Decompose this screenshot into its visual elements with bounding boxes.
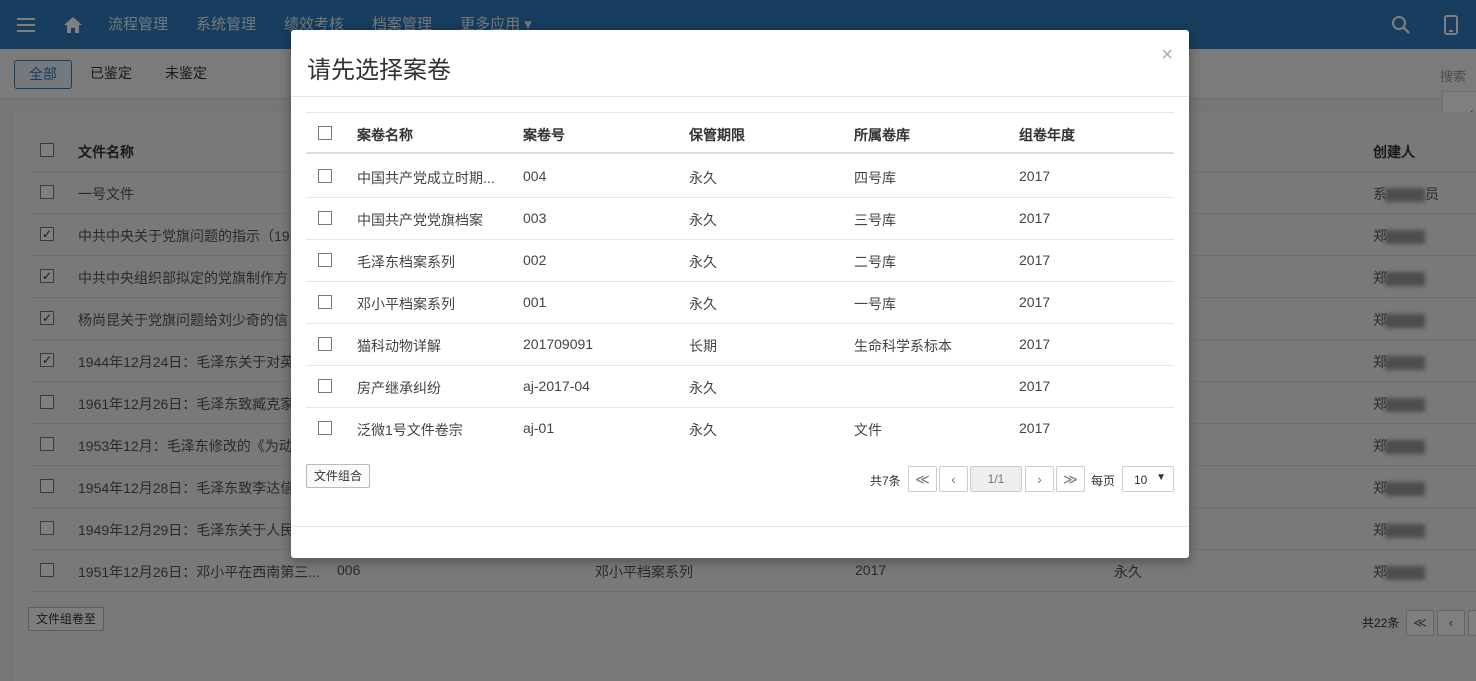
caret-down-icon: ▼ — [1156, 472, 1166, 483]
select-volume-dialog: 请先选择案卷 × 案卷名称 案卷号 保管期限 所属卷库 组卷年度 中国共产党成立… — [291, 30, 1189, 558]
year: 2017 — [1019, 252, 1051, 268]
retention: 永久 — [689, 212, 717, 228]
retention: 永久 — [689, 170, 717, 186]
library: 三号库 — [854, 212, 896, 228]
page-input[interactable]: 1/1 — [970, 466, 1022, 492]
volume-name: 中国共产党成立时期... — [357, 170, 495, 186]
library: 四号库 — [854, 170, 896, 186]
retention: 永久 — [689, 296, 717, 312]
volume-no: 201709091 — [523, 336, 594, 352]
library: 一号库 — [854, 296, 896, 312]
row-checkbox[interactable] — [318, 169, 332, 183]
retention: 永久 — [689, 254, 717, 270]
volume-no: 003 — [523, 210, 547, 226]
column-header-retention: 保管期限 — [689, 127, 745, 143]
column-header-volume-no: 案卷号 — [523, 127, 565, 143]
table-header-row: 案卷名称 案卷号 保管期限 所属卷库 组卷年度 — [306, 112, 1174, 154]
per-page-label: 每页 — [1091, 474, 1116, 488]
volume-no: 001 — [523, 294, 547, 310]
year: 2017 — [1019, 378, 1051, 394]
volume-no: aj-2017-04 — [523, 378, 590, 394]
table-row[interactable]: 猫科动物详解 201709091 长期 生命科学系标本 2017 — [306, 324, 1174, 366]
volume-name: 中国共产党党旗档案 — [357, 212, 483, 228]
total-count: 共7条 — [870, 474, 901, 488]
divider — [291, 526, 1189, 527]
table-row[interactable]: 邓小平档案系列 001 永久 一号库 2017 — [306, 282, 1174, 324]
row-checkbox[interactable] — [318, 211, 332, 225]
volume-no: aj-01 — [523, 420, 555, 436]
table-row[interactable]: 中国共产党成立时期... 004 永久 四号库 2017 — [306, 156, 1174, 198]
page-size-value: 10 — [1134, 473, 1148, 487]
row-checkbox[interactable] — [318, 337, 332, 351]
year: 2017 — [1019, 210, 1051, 226]
divider — [291, 96, 1189, 97]
file-combine-button[interactable]: 文件组合 — [306, 464, 371, 488]
row-checkbox[interactable] — [318, 379, 332, 393]
row-checkbox[interactable] — [318, 253, 332, 267]
column-header-library: 所属卷库 — [854, 127, 910, 143]
volume-name: 毛泽东档案系列 — [357, 254, 455, 270]
dialog-title: 请先选择案卷 — [307, 57, 451, 84]
table-row[interactable]: 房产继承纠纷 aj-2017-04 永久 2017 — [306, 366, 1174, 408]
volume-name: 泛微1号文件卷宗 — [357, 422, 463, 438]
page-last-button[interactable]: ≫ — [1056, 466, 1085, 492]
volume-name: 房产继承纠纷 — [357, 380, 441, 396]
library: 文件 — [854, 422, 882, 438]
close-icon[interactable]: × — [1161, 45, 1173, 65]
table-row[interactable]: 泛微1号文件卷宗 aj-01 永久 文件 2017 — [306, 408, 1174, 450]
column-header-volume-name: 案卷名称 — [357, 127, 413, 143]
row-checkbox[interactable] — [318, 295, 332, 309]
volume-no: 002 — [523, 252, 547, 268]
library: 生命科学系标本 — [854, 338, 952, 354]
volume-no: 004 — [523, 168, 547, 184]
page-next-button[interactable]: › — [1025, 466, 1054, 492]
row-checkbox[interactable] — [318, 421, 332, 435]
retention: 永久 — [689, 422, 717, 438]
library: 二号库 — [854, 254, 896, 270]
page-size-select[interactable]: 10 ▼ — [1122, 466, 1174, 492]
page-first-button[interactable]: ≪ — [908, 466, 937, 492]
page-prev-button[interactable]: ‹ — [939, 466, 968, 492]
retention: 长期 — [689, 338, 717, 354]
year: 2017 — [1019, 294, 1051, 310]
volume-name: 邓小平档案系列 — [357, 296, 455, 312]
year: 2017 — [1019, 420, 1051, 436]
year: 2017 — [1019, 336, 1051, 352]
select-all-checkbox[interactable] — [318, 126, 332, 140]
table-row[interactable]: 中国共产党党旗档案 003 永久 三号库 2017 — [306, 198, 1174, 240]
year: 2017 — [1019, 168, 1051, 184]
table-row[interactable]: 毛泽东档案系列 002 永久 二号库 2017 — [306, 240, 1174, 282]
column-header-year: 组卷年度 — [1019, 127, 1075, 143]
retention: 永久 — [689, 380, 717, 396]
volume-name: 猫科动物详解 — [357, 338, 441, 354]
